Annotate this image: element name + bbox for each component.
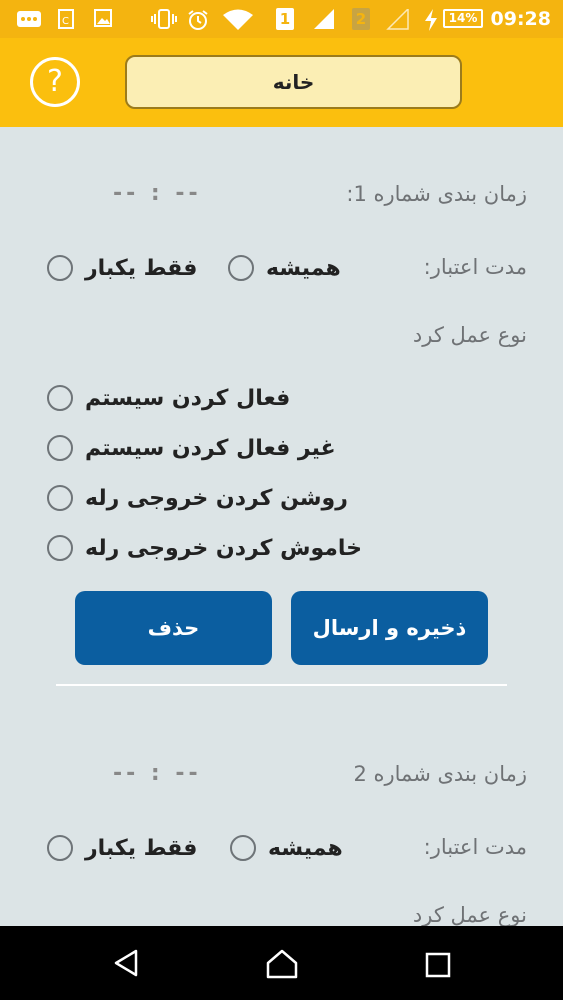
schedule1-time-picker[interactable]: -- : -- [113,181,202,206]
schedule1-validity-label: مدت اعتبار: [423,255,527,279]
radio-button-icon[interactable] [230,835,256,861]
help-icon[interactable]: ? [30,57,80,107]
clock: 09:28 [490,8,551,30]
radio-button-icon[interactable] [47,385,73,411]
schedule2-title: زمان بندی شماره 2 [353,762,527,786]
sim1-icon: 1 [276,8,294,30]
schedule2-action-type-label: نوع عمل کرد [412,903,527,927]
once-label: فقط یکبار [85,835,198,861]
save-and-send-button[interactable]: ذخیره و ارسال [291,591,488,665]
charging-icon [425,9,437,31]
radio-button-icon[interactable] [47,535,73,561]
schedule1-action-option[interactable]: روشن کردن خروجی رله [47,481,348,515]
wifi-icon [223,9,253,30]
sim2-icon: 2 [352,8,370,30]
app-notification-icon: C [58,9,74,29]
schedule1-once-option[interactable]: فقط یکبار [47,251,197,285]
recent-apps-icon[interactable] [425,952,451,978]
svg-text:C: C [62,16,69,27]
radio-button-icon[interactable] [47,255,73,281]
signal-weak-icon [386,9,409,30]
schedule1-always-option[interactable]: همیشه [228,251,341,285]
schedule2-time-picker[interactable]: -- : -- [113,761,202,786]
navigation-bar [0,926,563,1000]
app-header: ? خانه [0,38,563,127]
message-icon [17,11,41,27]
radio-button-icon[interactable] [47,435,73,461]
once-label: فقط یکبار [85,255,198,281]
always-label: همیشه [266,255,341,281]
divider [56,684,507,686]
schedule1-action-option[interactable]: فعال کردن سیستم [47,381,290,415]
radio-button-icon[interactable] [47,835,73,861]
vibrate-icon [151,9,177,29]
action-label: غیر فعال کردن سیستم [85,435,336,461]
page-title[interactable]: خانه [125,55,462,109]
delete-button[interactable]: حذف [75,591,272,665]
schedule1-action-type-label: نوع عمل کرد [412,323,527,347]
radio-button-icon[interactable] [228,255,254,281]
action-label: روشن کردن خروجی رله [85,485,348,511]
signal-icon [314,9,334,29]
schedule2-once-option[interactable]: فقط یکبار [47,831,197,865]
schedule1-action-option[interactable]: خاموش کردن خروجی رله [47,531,362,565]
status-bar: C 1 2 14% 09:28 [0,0,563,38]
always-label: همیشه [268,835,343,861]
back-icon[interactable] [112,948,140,978]
alarm-icon [188,10,208,30]
action-label: فعال کردن سیستم [85,385,291,411]
schedule2-always-option[interactable]: همیشه [230,831,343,865]
image-icon [94,9,112,27]
schedule1-title: زمان بندی شماره 1: [346,182,527,206]
battery-icon: 14% [443,9,483,28]
home-icon[interactable] [265,948,299,980]
schedule2-validity-label: مدت اعتبار: [423,835,527,859]
action-label: خاموش کردن خروجی رله [85,535,363,561]
schedule1-action-option[interactable]: غیر فعال کردن سیستم [47,431,336,465]
radio-button-icon[interactable] [47,485,73,511]
